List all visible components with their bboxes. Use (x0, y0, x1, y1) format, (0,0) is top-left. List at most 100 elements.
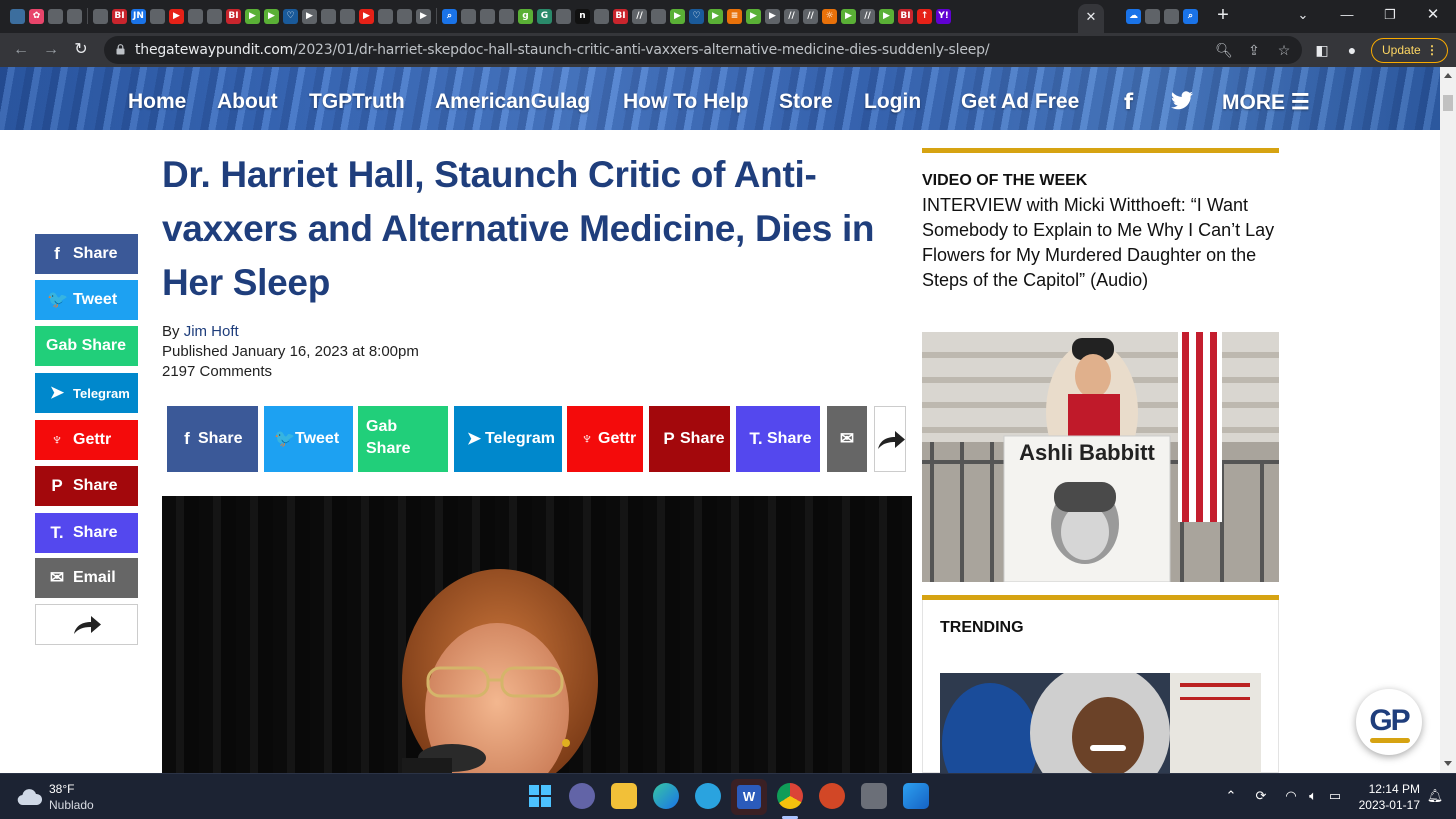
scroll-up-icon[interactable] (1444, 73, 1452, 78)
nav-login[interactable]: Login (864, 90, 921, 114)
comment-count[interactable]: 2197 Comments (162, 363, 272, 380)
nav-americangulag[interactable]: AmericanGulag (435, 90, 590, 114)
pinned-tab-favicon-icon[interactable] (93, 9, 108, 24)
pinned-tab-favicon-icon[interactable] (651, 9, 666, 24)
pinned-tab-favicon-icon[interactable]: // (803, 9, 818, 24)
share-bar-button[interactable]: T. Share (736, 406, 820, 472)
pinned-tab-favicon-icon[interactable]: ▶ (245, 9, 260, 24)
side-share-button[interactable]: Gab Share (35, 326, 138, 366)
pinned-tab-favicon-icon[interactable] (150, 9, 165, 24)
pinned-tab-favicon-icon[interactable] (480, 9, 495, 24)
pinned-tab-favicon-icon[interactable]: ▶ (416, 9, 431, 24)
side-share-button[interactable]: P Share (35, 466, 138, 506)
pinned-tab-favicon-icon[interactable]: JN (131, 9, 146, 24)
close-icon[interactable]: ✕ (1086, 9, 1097, 24)
pinned-tab-favicon-icon[interactable]: g (518, 9, 533, 24)
weather-temperature[interactable]: 38°F (49, 782, 74, 796)
pinned-tab-favicon-icon[interactable] (1164, 9, 1179, 24)
share-bar-button[interactable]: ✉ (827, 406, 867, 472)
powerpoint-icon[interactable] (819, 783, 845, 809)
facebook-icon[interactable]: f (1124, 90, 1133, 114)
pinned-tab-favicon-icon[interactable] (1145, 9, 1160, 24)
kebab-menu-icon[interactable]: ⋮ (1426, 39, 1438, 62)
pinned-tab-favicon-icon[interactable]: // (860, 9, 875, 24)
tab-search-icon[interactable]: ⌄ (1288, 5, 1318, 25)
active-tab[interactable]: ✕ (1078, 4, 1104, 33)
pinned-tab-favicon-icon[interactable]: ▶ (746, 9, 761, 24)
pinned-tab-favicon-icon[interactable]: ▶ (765, 9, 780, 24)
pinned-tab-favicon-icon[interactable] (67, 9, 82, 24)
pinned-tab-favicon-icon[interactable] (461, 9, 476, 24)
share-bar-button[interactable]: f Share (167, 406, 258, 472)
more-share-button[interactable] (35, 604, 138, 645)
pinned-tab-favicon-icon[interactable] (397, 9, 412, 24)
photos-icon[interactable] (903, 783, 929, 809)
side-share-button[interactable]: ♆ Gettr (35, 420, 138, 460)
profile-icon[interactable]: ● (1342, 41, 1362, 59)
teams-chat-icon[interactable] (569, 783, 595, 809)
pinned-tab-favicon-icon[interactable]: ▶ (708, 9, 723, 24)
pinned-tab-favicon-icon[interactable]: // (784, 9, 799, 24)
pinned-tab-favicon-icon[interactable]: ☁ (1126, 9, 1141, 24)
minimize-icon[interactable]: — (1332, 5, 1362, 25)
pinned-tab-favicon-icon[interactable]: ♡ (283, 9, 298, 24)
wifi-icon[interactable]: ◠ (1282, 787, 1300, 805)
share-bar-button[interactable]: ♆ Gettr (567, 406, 643, 472)
gp-logo-button[interactable]: GP (1356, 689, 1422, 755)
system-clock[interactable]: 12:14 PM 2023-01-17 (1356, 781, 1420, 813)
side-share-button[interactable]: 🐦 Tweet (35, 280, 138, 320)
pinned-tab-favicon-icon[interactable] (594, 9, 609, 24)
pinned-tab-favicon-icon[interactable] (378, 9, 393, 24)
side-share-button[interactable]: T. Share (35, 513, 138, 553)
edge-icon[interactable] (653, 783, 679, 809)
side-share-button[interactable]: f Share (35, 234, 138, 274)
update-button[interactable]: Update ⋮ (1371, 38, 1448, 63)
word-taskbar-slot[interactable]: W (731, 779, 767, 815)
telegram-app-icon[interactable] (695, 783, 721, 809)
back-icon[interactable]: ← (10, 40, 32, 60)
pinned-tab-favicon-icon[interactable]: ▶ (359, 9, 374, 24)
pinned-tab-favicon-icon[interactable]: G (537, 9, 552, 24)
reload-icon[interactable]: ↻ (70, 40, 92, 60)
author-link[interactable]: Jim Hoft (184, 323, 239, 340)
pinned-tab-favicon-icon[interactable]: ▶ (670, 9, 685, 24)
trending-thumbnail[interactable] (940, 673, 1261, 773)
pinned-tab-favicon-icon[interactable] (207, 9, 222, 24)
share-bar-button[interactable]: P Share (649, 406, 730, 472)
start-button[interactable] (527, 783, 553, 809)
calculator-icon[interactable] (861, 783, 887, 809)
pinned-tab-favicon-icon[interactable]: ⌕ (1183, 9, 1198, 24)
sync-icon[interactable]: ⟳ (1252, 787, 1270, 805)
nav-home[interactable]: Home (128, 90, 186, 114)
pinned-tab-favicon-icon[interactable]: ☼ (822, 9, 837, 24)
pinned-tab-favicon-icon[interactable]: ↑ (917, 9, 932, 24)
nav-store[interactable]: Store (779, 90, 833, 114)
pinned-tab-favicon-icon[interactable] (188, 9, 203, 24)
video-thumbnail[interactable]: Ashli Babbitt (922, 332, 1279, 582)
pinned-tab-favicon-icon[interactable] (321, 9, 336, 24)
forward-icon[interactable]: → (40, 40, 62, 60)
restore-icon[interactable]: ❐ (1375, 5, 1405, 25)
battery-icon[interactable]: ▭ (1326, 787, 1344, 805)
pinned-tab-favicon-icon[interactable]: // (632, 9, 647, 24)
file-explorer-icon[interactable] (611, 783, 637, 809)
pinned-tab-favicon-icon[interactable]: ⌕ (442, 9, 457, 24)
bookmark-star-icon[interactable]: ☆ (1274, 41, 1294, 59)
new-tab-button[interactable]: + (1212, 4, 1234, 28)
nav-tgptruth[interactable]: TGPTruth (309, 90, 405, 114)
notification-bell-icon[interactable]: 🔔︎ (1426, 787, 1444, 805)
side-share-button[interactable]: ➤ Telegram (35, 373, 138, 413)
cloud-icon[interactable] (16, 787, 44, 807)
twitter-icon[interactable] (1170, 91, 1194, 111)
nav-get-ad-free[interactable]: Get Ad Free (961, 90, 1079, 114)
pinned-tab-favicon-icon[interactable]: ✿ (29, 9, 44, 24)
pinned-tab-favicon-icon[interactable]: ▶ (264, 9, 279, 24)
chevron-up-icon[interactable]: ⌃ (1222, 787, 1240, 805)
pinned-tab-favicon-icon[interactable]: ▶ (841, 9, 856, 24)
video-of-week-link[interactable]: INTERVIEW with Micki Witthoeft: “I Want … (922, 193, 1279, 293)
weather-description[interactable]: Nublado (49, 798, 94, 812)
scroll-down-icon[interactable] (1444, 761, 1452, 766)
share-bar-button[interactable]: ➤ Telegram (454, 406, 562, 472)
pinned-tab-favicon-icon[interactable] (340, 9, 355, 24)
zoom-icon[interactable]: 🔍︎ (1214, 41, 1234, 59)
